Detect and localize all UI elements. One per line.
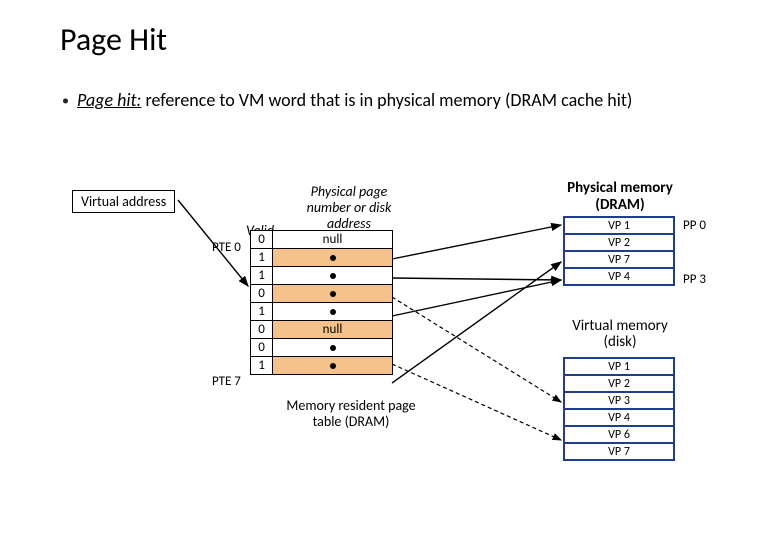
pt-label-pte0: PTE 0	[212, 240, 241, 255]
page-table: 0null11010null01	[250, 230, 393, 375]
phys-mem-cell: VP 1	[564, 217, 674, 234]
pt-row: 1	[251, 357, 393, 375]
phys-mem-title: Physical memory (DRAM)	[560, 180, 680, 214]
pt-valid-cell: 0	[251, 339, 273, 357]
bullet-item: • Page hit: reference to VM word that is…	[62, 90, 712, 112]
pt-row: 0	[251, 339, 393, 357]
virt-mem-disk-cell: VP 4	[564, 409, 674, 426]
bullet-rest: reference to VM word that is in physical…	[141, 89, 632, 111]
pt-row: 1	[251, 303, 393, 321]
pt-row: 0	[251, 285, 393, 303]
pt-valid-cell: 1	[251, 303, 273, 321]
pt-row: 1	[251, 249, 393, 267]
pp-label-0: PP 0	[683, 218, 706, 233]
pt-ppn-cell: null	[273, 231, 393, 249]
pointer-dot-icon	[330, 309, 336, 315]
virt-mem-disk-table: VP 1VP 2VP 3VP 4VP 6VP 7	[563, 357, 675, 461]
phys-mem-cell: VP 7	[564, 251, 674, 268]
virt-mem-disk-cell: VP 3	[564, 392, 674, 409]
pt-valid-cell: 1	[251, 267, 273, 285]
pointer-dot-icon	[330, 345, 336, 351]
virt-mem-disk-cell: VP 1	[564, 358, 674, 375]
virt-mem-disk-cell: VP 7	[564, 443, 674, 460]
pt-ppn-cell: null	[273, 321, 393, 339]
pt-header-ppn: Physical page number or disk address	[289, 184, 409, 232]
phys-mem-cell: VP 2	[564, 234, 674, 251]
pt-ppn-cell	[273, 303, 393, 321]
phys-mem-table: VP 1VP 2VP 7VP 4	[563, 216, 675, 286]
bullet-text: Page hit: reference to VM word that is i…	[77, 90, 632, 110]
pointer-dot-icon	[330, 291, 336, 297]
virt-mem-disk-title: Virtual memory (disk)	[560, 318, 680, 350]
pt-valid-cell: 0	[251, 231, 273, 249]
virtual-address-box: Virtual address	[72, 190, 175, 213]
pt-valid-cell: 1	[251, 249, 273, 267]
pt-valid-cell: 1	[251, 357, 273, 375]
pt-label-pte7: PTE 7	[212, 374, 241, 389]
pt-row: 0null	[251, 321, 393, 339]
page-table-caption: Memory resident page table (DRAM)	[286, 398, 416, 430]
virt-mem-disk-cell: VP 2	[564, 375, 674, 392]
pt-ppn-cell	[273, 357, 393, 375]
pt-ppn-cell	[273, 249, 393, 267]
bullet-dot-icon: •	[62, 90, 69, 112]
phys-mem-cell: VP 4	[564, 268, 674, 285]
pointer-dot-icon	[330, 273, 336, 279]
pointer-dot-icon	[330, 255, 336, 261]
pt-ppn-cell	[273, 339, 393, 357]
bullet-emphasis: Page hit:	[77, 89, 141, 111]
slide-title: Page Hit	[60, 20, 167, 59]
pt-row: 0null	[251, 231, 393, 249]
pp-label-3: PP 3	[683, 272, 706, 287]
virt-mem-disk-cell: VP 6	[564, 426, 674, 443]
pt-ppn-cell	[273, 285, 393, 303]
pt-valid-cell: 0	[251, 321, 273, 339]
pt-ppn-cell	[273, 267, 393, 285]
pt-valid-cell: 0	[251, 285, 273, 303]
pointer-dot-icon	[330, 363, 336, 369]
pt-row: 1	[251, 267, 393, 285]
